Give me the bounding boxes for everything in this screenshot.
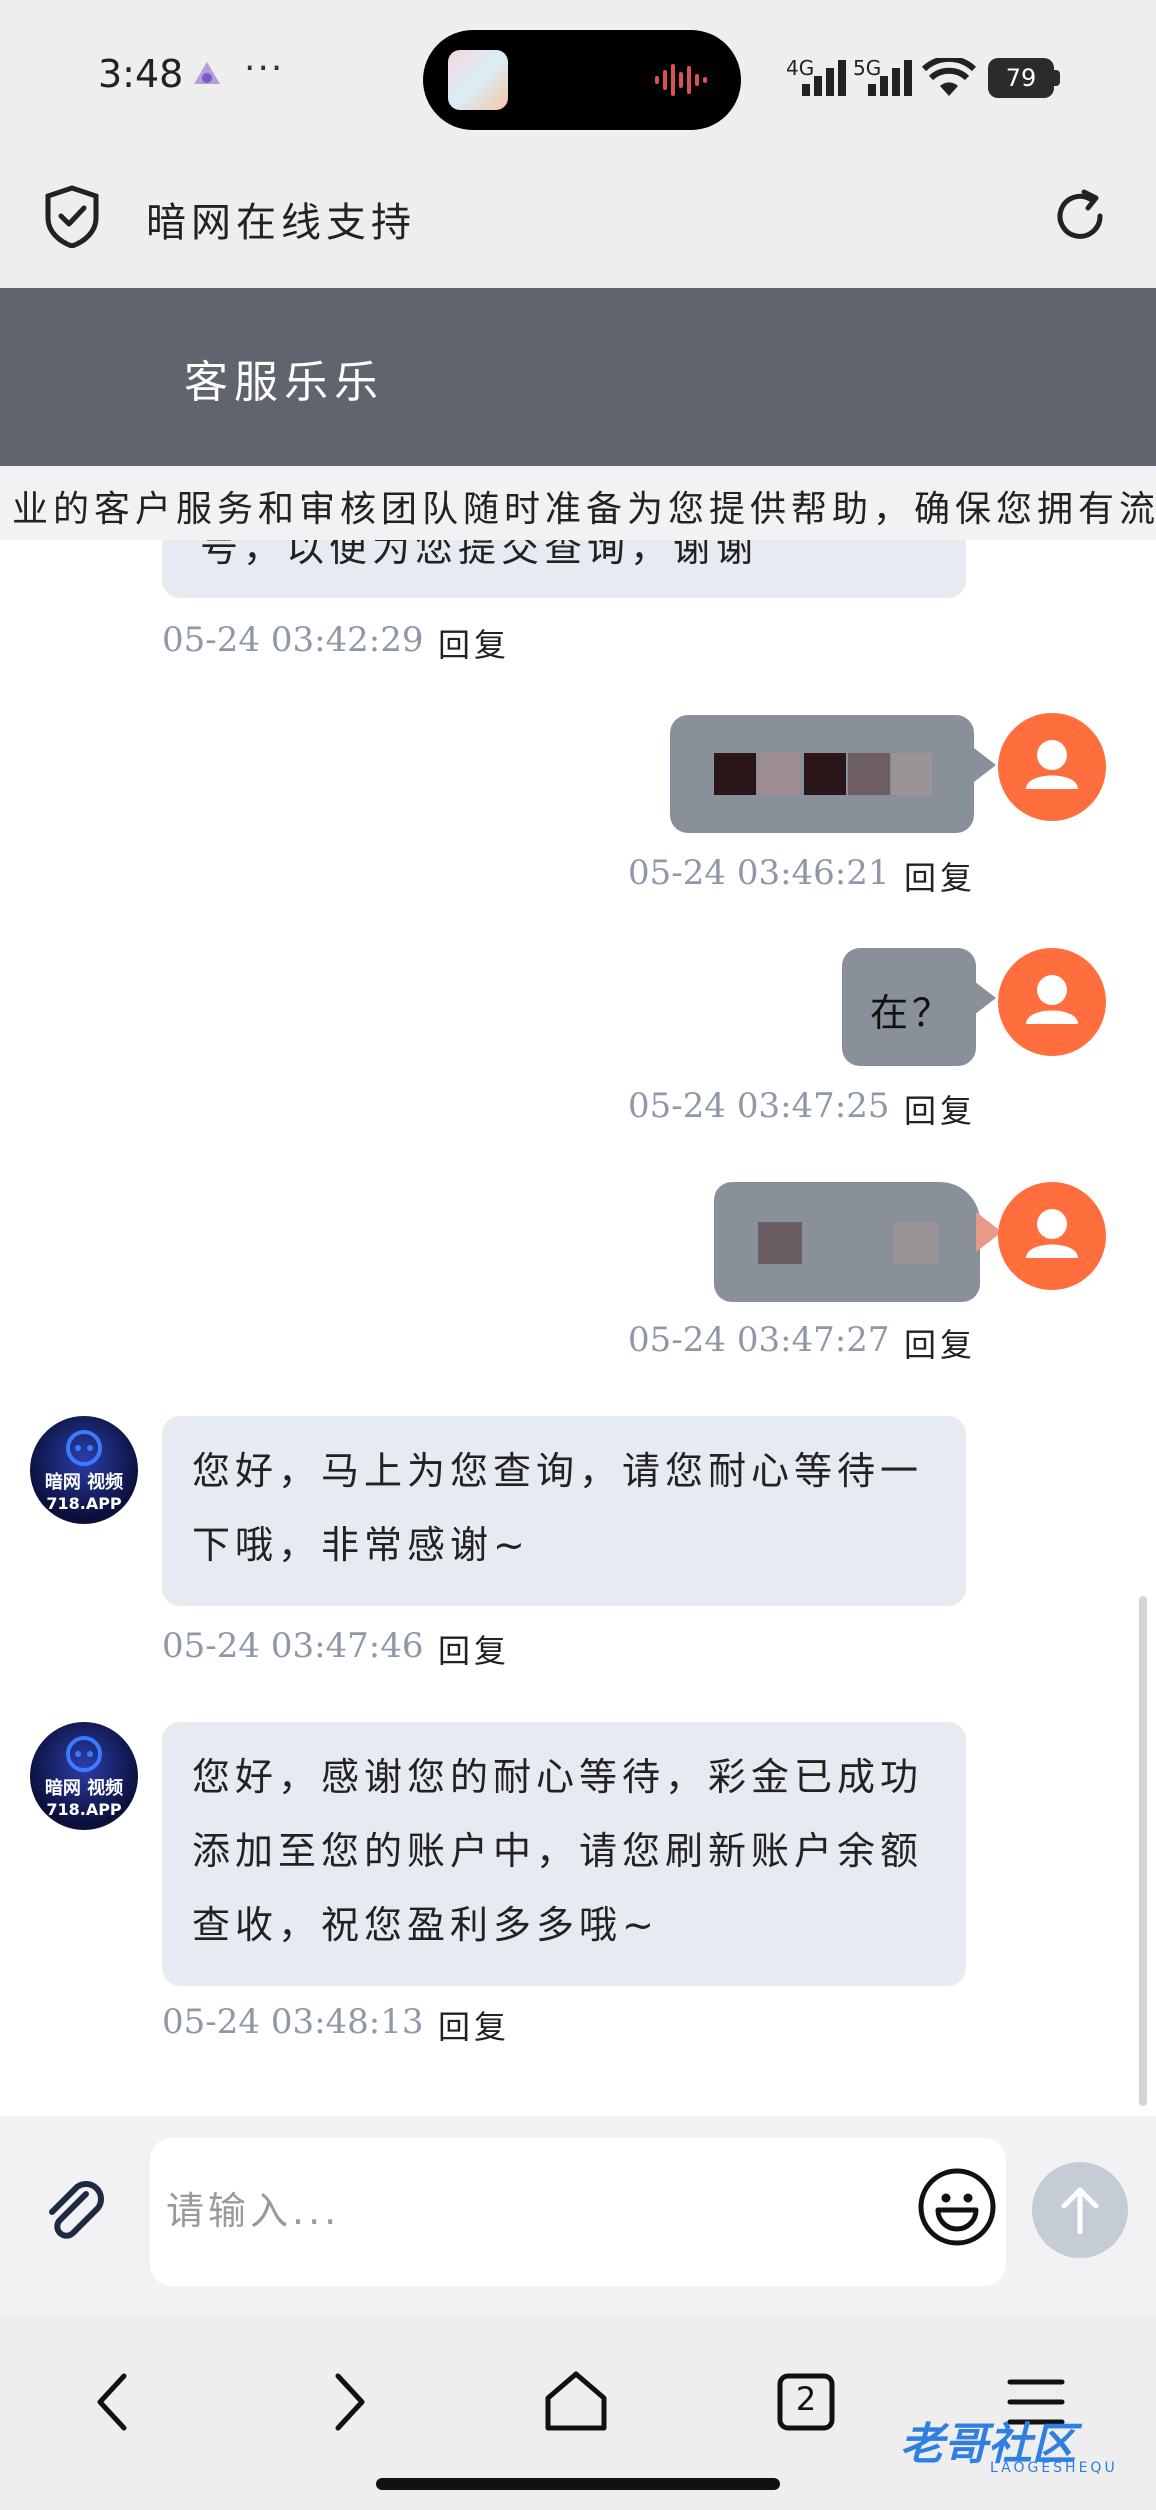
shield-check-icon[interactable] (42, 184, 102, 248)
battery-indicator: 79 (988, 58, 1054, 98)
more-notifications-icon: ··· (244, 48, 285, 89)
redacted-block (848, 753, 890, 795)
page-title: 暗网在线支持 (146, 200, 416, 246)
home-icon[interactable] (536, 2362, 616, 2442)
announcement-marquee: 业的客户服务和审核团队随时准备为您提供帮助，确保您拥有流畅 (0, 466, 1156, 541)
wifi-icon (922, 58, 976, 96)
user-icon (1026, 1209, 1078, 1258)
message-timestamp: 05-24 03:47:46 (162, 1626, 424, 1666)
message-line: 下哦，非常感谢~ (192, 1523, 530, 1567)
message-timestamp: 05-24 03:48:13 (162, 2002, 424, 2042)
mascot-icon (66, 1736, 102, 1772)
audio-wave-icon (655, 64, 707, 96)
notification-icon (190, 58, 224, 92)
message-line: 添加至您的账户中，请您刷新账户余额 (192, 1829, 924, 1873)
user-avatar (998, 1182, 1106, 1290)
message-bubble-incoming: 您好，感谢您的耐心等待，彩金已成功 添加至您的账户中，请您刷新账户余额 查收，祝… (162, 1722, 966, 1986)
status-time: 3:48 (98, 52, 184, 96)
reply-button[interactable]: 回复 (904, 1086, 976, 1132)
user-avatar (998, 948, 1106, 1056)
bubble-tail (970, 745, 996, 785)
message-timestamp: 05-24 03:42:29 (162, 620, 424, 660)
back-icon[interactable] (76, 2362, 156, 2442)
message-bubble-incoming: 您好，马上为您查询，请您耐心等待一 下哦，非常感谢~ (162, 1416, 966, 1606)
reply-button[interactable]: 回复 (904, 1320, 976, 1366)
reply-button[interactable]: 回复 (904, 853, 976, 899)
message-bubble-outgoing (670, 715, 974, 833)
user-icon (1026, 740, 1078, 789)
message-bubble-incoming: 号，以便为您提交查询，谢谢 (162, 540, 966, 598)
message-line: 查收，祝您盈利多多哦~ (192, 1903, 659, 1947)
watermark-sub: LAOGESHEQU (990, 2460, 1118, 2476)
reload-icon[interactable] (1050, 186, 1110, 246)
redacted-block (894, 1222, 938, 1264)
message-timestamp: 05-24 03:46:21 (628, 853, 890, 893)
chat-header (0, 288, 1156, 466)
home-indicator[interactable] (376, 2478, 780, 2490)
message-line: 您好，感谢您的耐心等待，彩金已成功 (192, 1755, 924, 1799)
signal-icon (802, 60, 846, 96)
reply-button[interactable]: 回复 (438, 1626, 510, 1672)
redacted-block (804, 753, 846, 795)
user-avatar (998, 713, 1106, 821)
mascot-icon (66, 1430, 102, 1466)
paperclip-icon[interactable] (36, 2172, 116, 2252)
tabs-count: 2 (795, 2380, 817, 2418)
redacted-block (714, 753, 756, 795)
message-line: 您好，马上为您查询，请您耐心等待一 (192, 1449, 924, 1493)
agent-name: 客服乐乐 (184, 357, 384, 408)
forward-icon[interactable] (306, 2362, 386, 2442)
redacted-block (758, 1222, 802, 1264)
redacted-block (892, 753, 932, 795)
reply-button[interactable]: 回复 (438, 2002, 510, 2048)
arrow-up-icon (1061, 2187, 1099, 2235)
emoji-icon[interactable] (916, 2166, 998, 2248)
message-text: 号，以便为您提交查询，谢谢 (200, 540, 760, 570)
message-text: 在？ (870, 991, 955, 1035)
battery-tip (1054, 70, 1060, 86)
input-placeholder: 请输入... (166, 2189, 341, 2233)
message-list[interactable]: 号，以便为您提交查询，谢谢 05-24 03:42:29 回复 05-24 03… (0, 540, 1156, 2116)
marquee-text: 业的客户服务和审核团队随时准备为您提供帮助，确保您拥有流畅 (12, 489, 1156, 530)
user-icon (1026, 975, 1078, 1024)
agent-avatar: 暗网 视频 718.APP (30, 1722, 138, 1830)
dynamic-island[interactable] (423, 30, 741, 130)
redacted-block (758, 753, 800, 795)
signal-icon (868, 60, 912, 96)
message-bubble-outgoing: 在？ (842, 948, 976, 1066)
agent-avatar: 暗网 视频 718.APP (30, 1416, 138, 1524)
scrollbar[interactable] (1139, 1596, 1147, 2106)
bubble-tail (970, 978, 996, 1018)
message-timestamp: 05-24 03:47:25 (628, 1086, 890, 1126)
message-bubble-outgoing (714, 1182, 980, 1302)
message-timestamp: 05-24 03:47:27 (628, 1320, 890, 1360)
tabs-button[interactable]: 2 (766, 2362, 846, 2442)
send-button[interactable] (1032, 2162, 1128, 2258)
reply-button[interactable]: 回复 (438, 620, 510, 666)
media-thumbnail (448, 50, 508, 110)
